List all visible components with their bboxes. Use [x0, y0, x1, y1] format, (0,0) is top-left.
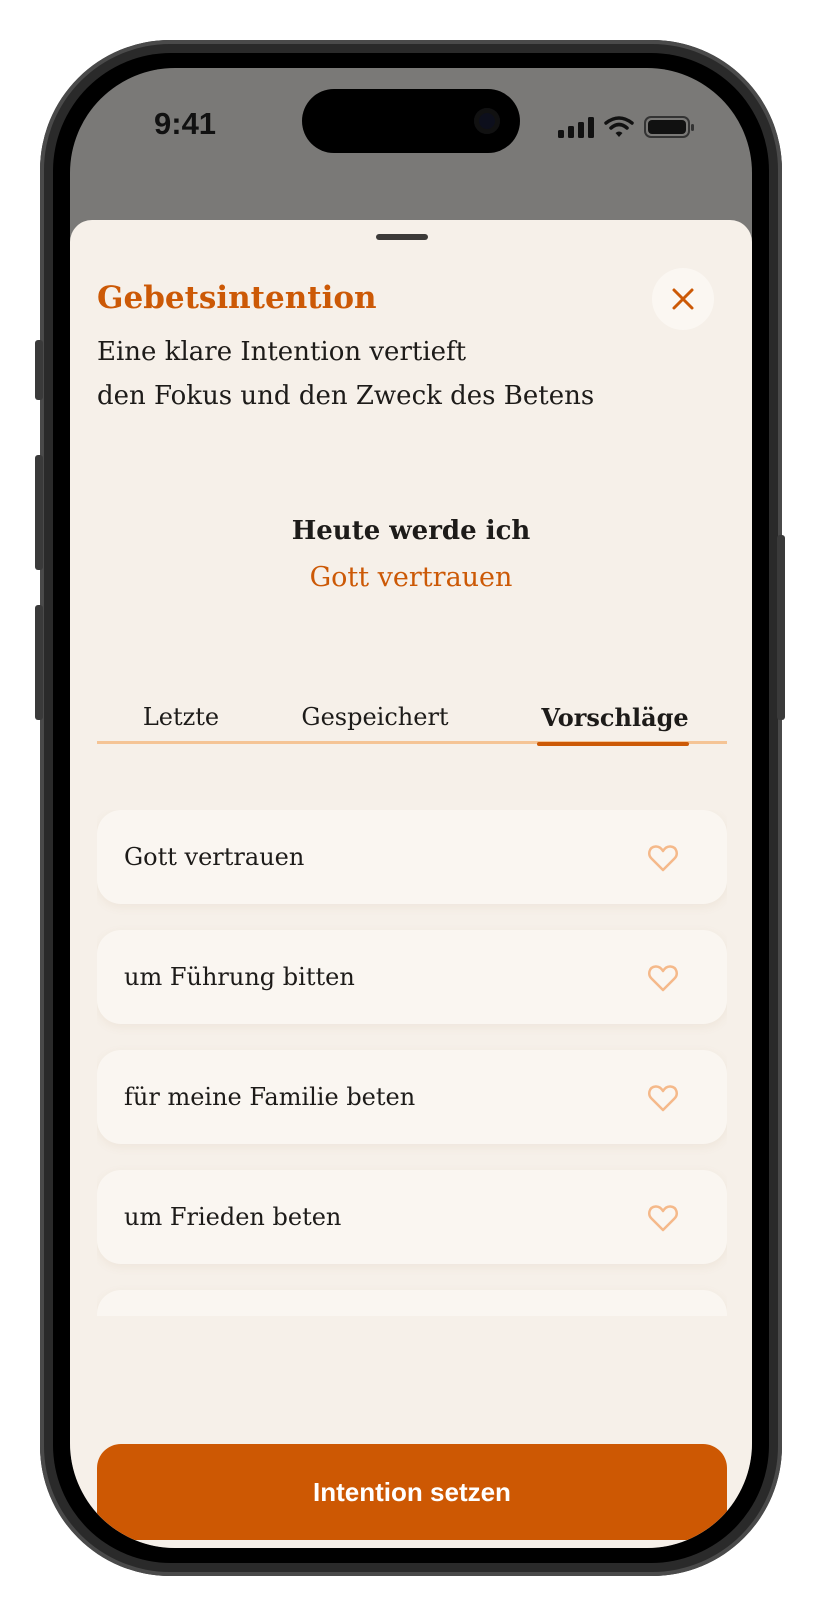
volume-up-button: [35, 455, 43, 570]
wifi-icon: [604, 116, 634, 137]
suggestion-list[interactable]: Gott vertrauen um Führung bitten für mei…: [97, 810, 727, 1316]
status-icons: [558, 112, 694, 142]
front-camera: [474, 108, 500, 134]
tab-letzte[interactable]: Letzte: [97, 690, 265, 744]
set-intention-button[interactable]: Intention setzen: [97, 1444, 727, 1540]
sheet-grabber[interactable]: [376, 234, 428, 240]
dynamic-island: [302, 89, 520, 153]
intention-tabs: Letzte Gespeichert Vorschläge: [97, 690, 727, 746]
suggestion-card[interactable]: um Führung bitten: [97, 930, 727, 1024]
power-button: [777, 535, 785, 720]
heart-icon[interactable]: [647, 843, 679, 873]
heart-icon[interactable]: [647, 1083, 679, 1113]
sheet-subtitle: Eine klare Intention vertieft den Fokus …: [97, 330, 617, 418]
tab-vorschlaege[interactable]: Vorschläge: [535, 690, 695, 744]
heart-icon[interactable]: [647, 963, 679, 993]
intention-value: Gott vertrauen: [309, 562, 513, 593]
suggestion-label: Gott vertrauen: [124, 843, 305, 871]
status-time: 9:41: [154, 106, 217, 141]
signal-icon: [558, 116, 594, 138]
suggestion-card[interactable]: um Frieden beten: [97, 1170, 727, 1264]
close-icon: [672, 288, 694, 310]
tab-gespeichert[interactable]: Gespeichert: [295, 690, 455, 744]
suggestion-card[interactable]: Gott vertrauen: [97, 810, 727, 904]
intention-label: Heute werde ich: [291, 516, 531, 546]
action-button: [35, 340, 43, 400]
battery-icon: [644, 116, 694, 138]
close-button[interactable]: [652, 268, 714, 330]
sheet-title: Gebetsintention: [97, 280, 377, 316]
suggestion-card[interactable]: für meine Familie beten: [97, 1050, 727, 1144]
suggestion-label: für meine Familie beten: [124, 1083, 416, 1111]
suggestion-card-partial[interactable]: [97, 1290, 727, 1316]
suggestion-label: um Führung bitten: [124, 963, 355, 991]
volume-down-button: [35, 605, 43, 720]
phone-screen: 9:41 Gebetsintention Eine klare Intentio…: [70, 68, 752, 1548]
subtitle-line-1: Eine klare Intention vertieft: [97, 337, 467, 367]
heart-icon[interactable]: [647, 1203, 679, 1233]
subtitle-line-2: den Fokus und den Zweck des Betens: [97, 381, 595, 411]
suggestion-label: um Frieden beten: [124, 1203, 342, 1231]
active-tab-indicator: [537, 742, 689, 746]
intention-sheet: Gebetsintention Eine klare Intention ver…: [70, 220, 752, 1548]
